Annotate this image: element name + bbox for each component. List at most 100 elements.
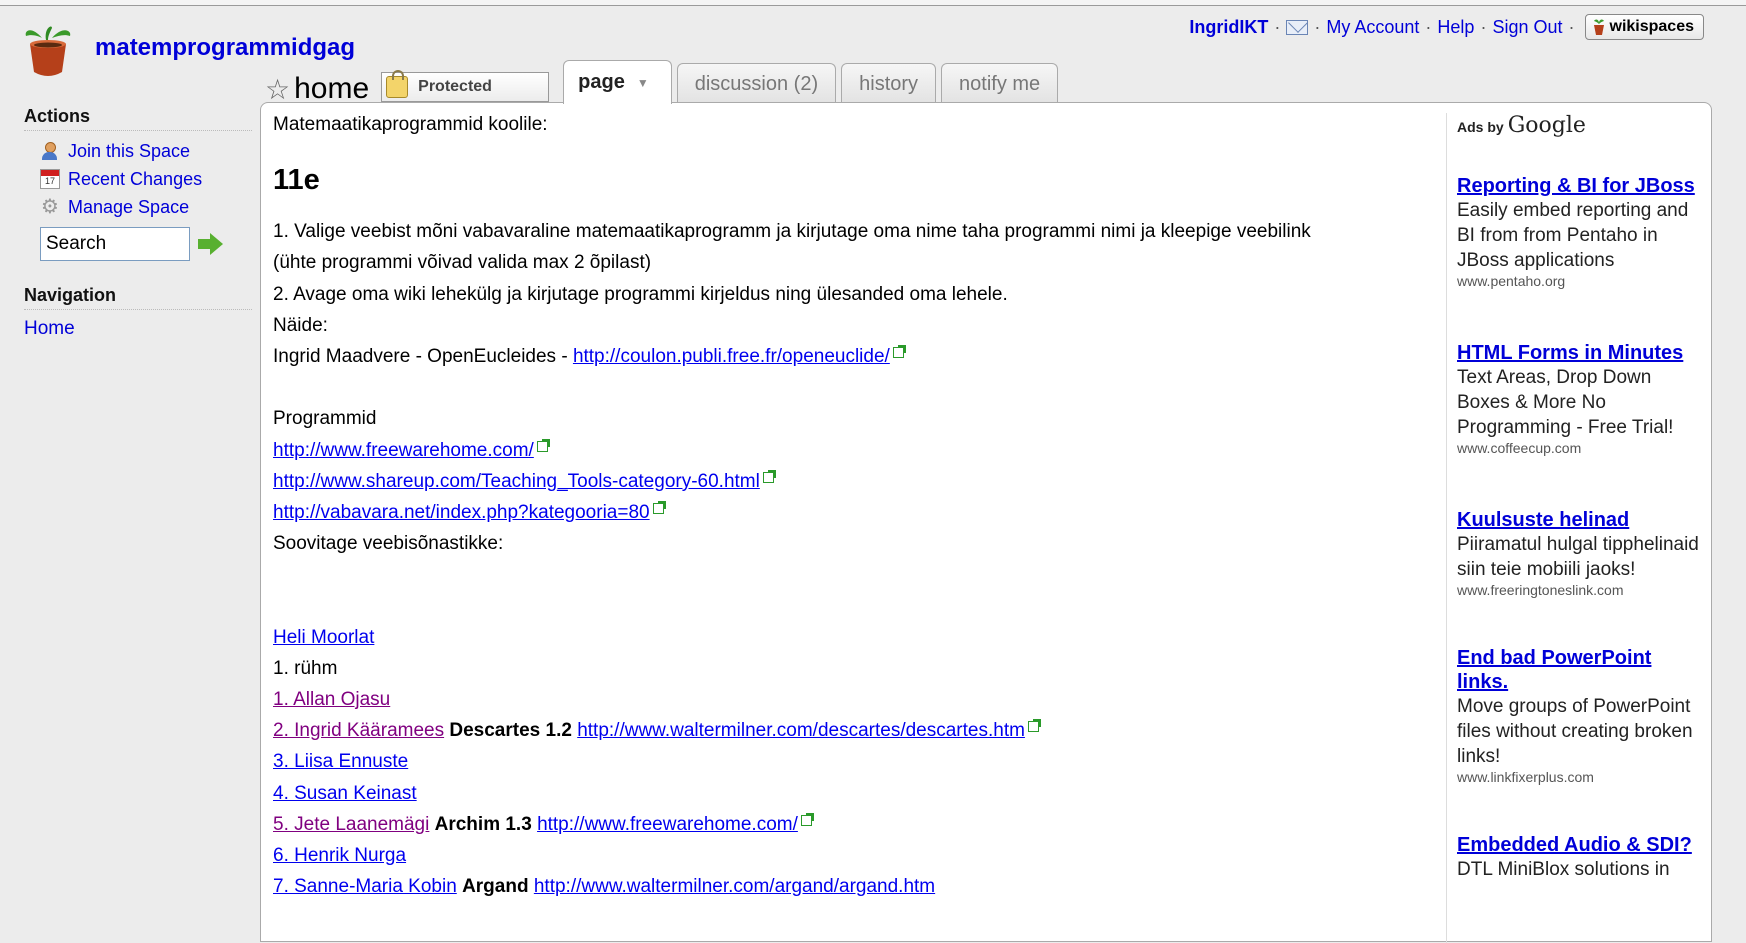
ad-title-link[interactable]: Embedded Audio & SDI? (1457, 833, 1706, 857)
teacher-link[interactable]: Heli Moorlat (273, 627, 374, 648)
ad-description: Piiramatul hulgal tipphelinaid siin teie… (1457, 534, 1699, 580)
student-row: 2. Ingrid Kääramees Descartes 1.2 http:/… (273, 715, 1443, 746)
my-account-link[interactable]: My Account (1326, 17, 1419, 38)
mail-icon[interactable] (1286, 19, 1309, 35)
ad-title-link[interactable]: Kuulsuste helinad (1457, 508, 1706, 532)
instruction-1-note: (ühte programmi võivad valida max 2 õpil… (273, 252, 652, 274)
manage-space-link[interactable]: Manage Space (68, 197, 189, 218)
program-link-row: http://www.shareup.com/Teaching_Tools-ca… (273, 466, 1443, 497)
page-title: home (294, 71, 370, 105)
example-link[interactable]: http://coulon.publi.free.fr/openeuclide/ (573, 346, 890, 367)
user-icon (40, 141, 60, 161)
sidebar-item-join[interactable]: Join this Space (24, 137, 252, 165)
wikispaces-button[interactable]: wikispaces (1584, 14, 1704, 40)
page-content: Matemaatikaprogrammid koolile: 11e 1. Va… (273, 109, 1443, 902)
ad-item: Kuulsuste helinad Piiramatul hulgal tipp… (1457, 508, 1706, 598)
student-row: 5. Jete Laanemägi Archim 1.3 http://www.… (273, 809, 1443, 840)
ads-by-google[interactable]: Ads by Google (1457, 113, 1706, 138)
calendar-icon (40, 169, 60, 189)
intro-text: Matemaatikaprogrammid koolile: (273, 114, 548, 135)
tab-notify-me[interactable]: notify me (941, 63, 1059, 104)
sidebar-item-recent-changes[interactable]: Recent Changes (24, 165, 252, 193)
program-link[interactable]: http://www.freewarehome.com/ (273, 440, 534, 461)
star-icon[interactable]: ☆ (265, 76, 290, 104)
ad-item: Reporting & BI for JBoss Easily embed re… (1457, 174, 1706, 289)
program-name: Argand (462, 876, 529, 898)
ad-item: Embedded Audio & SDI? DTL MiniBlox solut… (1457, 833, 1706, 882)
ad-item: End bad PowerPoint links. Move groups of… (1457, 646, 1706, 785)
sidebar-item-manage-space[interactable]: ⚙ Manage Space (24, 193, 252, 221)
external-link-icon (1027, 719, 1041, 733)
program-url-link[interactable]: http://www.freewarehome.com/ (537, 814, 798, 835)
program-name: Descartes 1.2 (449, 720, 572, 742)
student-link[interactable]: 6. Henrik Nurga (273, 845, 406, 866)
teacher-row: Heli Moorlat (273, 622, 1443, 653)
page-header: ☆ home Protected page ▼ discussion (2) h… (265, 60, 1063, 104)
student-row: 4. Susan Keinast (273, 778, 1443, 809)
navigation-heading: Navigation (24, 285, 252, 310)
program-name: Archim 1.3 (434, 813, 532, 835)
user-bar: IngridIKT · · My Account · Help · Sign O… (1189, 14, 1704, 40)
ad-title-link[interactable]: End bad PowerPoint links. (1457, 646, 1706, 694)
ads-column: Ads by Google Reporting & BI for JBoss E… (1446, 113, 1706, 943)
username-link[interactable]: IngridIKT (1189, 17, 1268, 38)
student-row: 3. Liisa Ennuste (273, 746, 1443, 777)
lock-icon (386, 70, 409, 98)
separator: · (1425, 16, 1432, 37)
gear-icon: ⚙ (41, 196, 59, 218)
search-row (40, 227, 252, 261)
ad-url: www.freeringtoneslink.com (1457, 582, 1624, 598)
group-label: 1. rühm (273, 657, 338, 679)
ad-description: DTL MiniBlox solutions in (1457, 859, 1670, 880)
ad-title-link[interactable]: Reporting & BI for JBoss (1457, 174, 1706, 198)
tab-history-label: history (859, 72, 919, 95)
student-link[interactable]: 3. Liisa Ennuste (273, 751, 408, 772)
student-link[interactable]: 5. Jete Laanemägi (273, 814, 429, 835)
site-name-link[interactable]: matemprogrammidgag (95, 34, 355, 62)
external-link-icon (652, 500, 666, 514)
student-row: 1. Allan Ojasu (273, 684, 1443, 715)
ad-url: www.linkfixerplus.com (1457, 769, 1594, 785)
external-link-icon (892, 344, 906, 358)
tab-history[interactable]: history (841, 63, 937, 104)
recent-changes-link[interactable]: Recent Changes (68, 169, 202, 190)
tab-discussion-label: discussion (2) (694, 72, 819, 95)
separator: · (1274, 16, 1281, 37)
navigation-section: Navigation Home (24, 285, 252, 340)
ad-url: www.coffeecup.com (1457, 440, 1582, 456)
program-link[interactable]: http://www.shareup.com/Teaching_Tools-ca… (273, 471, 760, 492)
search-go-arrow-icon[interactable] (198, 233, 224, 255)
student-link[interactable]: 1. Allan Ojasu (273, 689, 390, 710)
tab-page[interactable]: page ▼ (563, 60, 672, 104)
chevron-down-icon[interactable]: ▼ (637, 76, 649, 90)
join-space-link[interactable]: Join this Space (68, 141, 190, 162)
help-link[interactable]: Help (1437, 17, 1474, 38)
ad-item: HTML Forms in Minutes Text Areas, Drop D… (1457, 341, 1706, 456)
external-link-icon (800, 812, 814, 826)
program-url-link[interactable]: http://www.waltermilner.com/descartes/de… (577, 720, 1025, 741)
ad-description: Text Areas, Drop Down Boxes & More No Pr… (1457, 367, 1674, 438)
program-link-row: http://www.freewarehome.com/ (273, 435, 1443, 466)
ad-title-link[interactable]: HTML Forms in Minutes (1457, 341, 1706, 365)
wikispaces-pot-icon (1593, 19, 1604, 35)
sign-out-link[interactable]: Sign Out (1492, 17, 1562, 38)
instruction-1: 1. Valige veebist mõni vabavaraline mate… (273, 221, 1311, 243)
separator: · (1480, 16, 1487, 37)
protected-button[interactable]: Protected (381, 70, 550, 102)
program-url-link[interactable]: http://www.waltermilner.com/argand/argan… (534, 876, 935, 897)
wikispaces-logo-icon[interactable] (22, 22, 74, 78)
student-row: 6. Henrik Nurga (273, 840, 1443, 871)
program-link[interactable]: http://vabavara.net/index.php?kategooria… (273, 502, 650, 523)
student-link[interactable]: 2. Ingrid Kääramees (273, 720, 444, 741)
program-link-row: http://vabavara.net/index.php?kategooria… (273, 497, 1443, 528)
student-link[interactable]: 7. Sanne-Maria Kobin (273, 876, 457, 897)
search-input[interactable] (40, 227, 190, 261)
content-area: Matemaatikaprogrammid koolile: 11e 1. Va… (260, 102, 1712, 943)
google-logo: Google (1507, 113, 1586, 138)
ad-description: Move groups of PowerPoint files without … (1457, 696, 1693, 767)
student-link[interactable]: 4. Susan Keinast (273, 783, 417, 804)
tab-discussion[interactable]: discussion (2) (676, 63, 837, 104)
nav-home-link[interactable]: Home (24, 318, 252, 340)
ads-by-label: Ads by (1457, 119, 1504, 135)
